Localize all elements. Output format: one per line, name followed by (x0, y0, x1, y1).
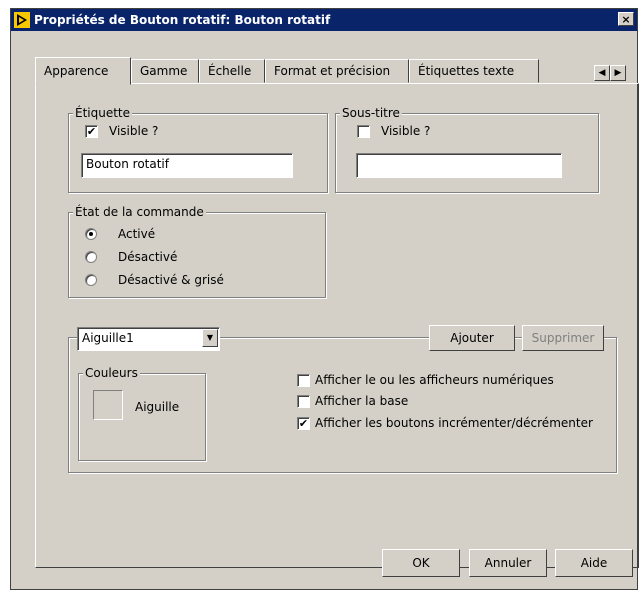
ajouter-button[interactable]: Ajouter (429, 325, 515, 351)
sous-titre-input[interactable] (356, 153, 562, 178)
supprimer-button[interactable]: Supprimer (522, 325, 604, 351)
title-bar[interactable]: Propriétés de Bouton rotatif: Bouton rot… (11, 9, 637, 31)
radio-desactive-label: Désactivé (118, 250, 178, 264)
close-icon[interactable]: × (618, 12, 634, 26)
sous-titre-group-title: Sous-titre (340, 106, 402, 120)
chevron-down-icon[interactable]: ▼ (202, 329, 218, 347)
sous-titre-visible-label: Visible ? (381, 124, 431, 138)
couleurs-group-title: Couleurs (83, 366, 140, 380)
radio-desactive[interactable] (85, 251, 97, 263)
tab-apparence[interactable]: Apparence (35, 57, 131, 85)
etiquette-visible-label: Visible ? (109, 124, 159, 138)
window-title: Propriétés de Bouton rotatif: Bouton rot… (34, 13, 331, 27)
aide-button[interactable]: Aide (555, 549, 633, 577)
radio-desactive-grise-label: Désactivé & grisé (118, 273, 224, 287)
tab-echelle[interactable]: Échelle (199, 59, 265, 83)
tab-etiquettes-texte[interactable]: Étiquettes texte (409, 59, 539, 83)
radio-desactive-grise[interactable] (85, 274, 97, 286)
aiguille-select-value: Aiguille1 (82, 331, 134, 345)
radio-active-label: Activé (118, 227, 156, 241)
aiguille-color-label: Aiguille (135, 400, 180, 414)
aiguille-select[interactable]: Aiguille1 ▼ (77, 327, 220, 351)
aiguille-color-swatch[interactable] (93, 390, 123, 420)
annuler-button[interactable]: Annuler (469, 549, 547, 577)
etiquette-input[interactable]: Bouton rotatif (81, 153, 293, 178)
option-afficheurs-numeriques-label: Afficher le ou les afficheurs numériques (315, 373, 554, 387)
option-base-checkbox[interactable] (297, 395, 310, 408)
tab-scroll-left-icon[interactable]: ◀ (594, 65, 610, 81)
properties-dialog: Propriétés de Bouton rotatif: Bouton rot… (10, 8, 639, 590)
sous-titre-visible-checkbox[interactable] (357, 125, 370, 138)
etiquette-visible-checkbox[interactable]: ✔ (85, 125, 98, 138)
option-afficheurs-numeriques-checkbox[interactable] (297, 374, 310, 387)
labview-app-icon (14, 12, 30, 28)
tab-format-precision[interactable]: Format et précision (265, 59, 409, 83)
option-base-label: Afficher la base (315, 394, 409, 408)
option-increment-buttons-checkbox[interactable]: ✔ (297, 417, 310, 430)
tab-scroll-right-icon[interactable]: ▶ (610, 65, 626, 81)
radio-active[interactable] (85, 228, 97, 240)
etat-commande-group-title: État de la commande (73, 205, 206, 219)
tab-gamme[interactable]: Gamme (131, 59, 199, 83)
option-increment-buttons-label: Afficher les boutons incrémenter/décréme… (315, 416, 593, 430)
ok-button[interactable]: OK (382, 549, 460, 577)
etiquette-group-title: Étiquette (73, 106, 133, 120)
